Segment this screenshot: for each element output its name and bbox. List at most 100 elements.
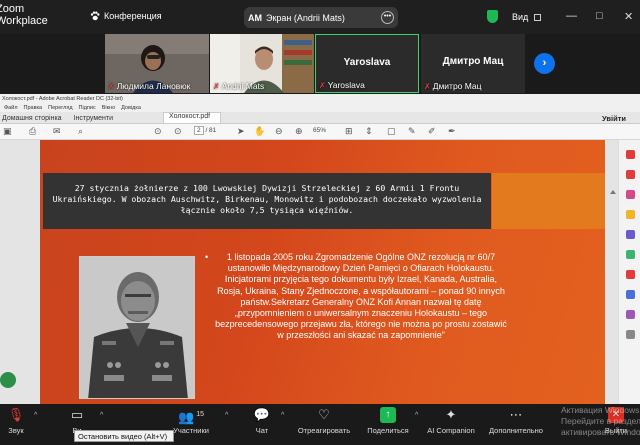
sign-in-button[interactable]: Увійти — [602, 114, 640, 123]
tab-tools[interactable]: Інструменти — [72, 115, 123, 123]
highlight-icon[interactable]: ✎ — [408, 126, 416, 137]
menu-file[interactable]: Файл — [4, 104, 18, 112]
acrobat-title: Холокост.pdf - Adobe Acrobat Reader DC (… — [0, 94, 640, 104]
chat-options-caret[interactable]: ^ — [281, 412, 284, 419]
windows-activation-watermark: Активация Windows Перейдите в раздел акт… — [561, 405, 640, 437]
menu-window[interactable]: Вікно — [102, 104, 115, 112]
vertical-scrollbar[interactable] — [608, 190, 616, 440]
menu-sign[interactable]: Підпис — [79, 104, 96, 112]
participant-name: ✗ Людмила Лановюк — [108, 81, 191, 91]
tool-organize-icon[interactable] — [626, 250, 635, 259]
prev-page-icon[interactable]: ⊙ — [154, 126, 162, 137]
share-button[interactable]: ↑ Поделиться — [364, 407, 412, 435]
screen-share-indicator[interactable]: AM Экран (Andrii Mats) ••• — [244, 7, 398, 28]
sparkle-icon: ✦ — [445, 407, 457, 422]
scroll-mode-icon[interactable]: ⇕ — [365, 126, 373, 137]
portrait-photo — [79, 256, 195, 399]
audio-label: Звук — [8, 426, 24, 435]
tools-side-panel — [618, 140, 640, 404]
next-page-button[interactable]: › — [534, 53, 555, 74]
mail-icon[interactable]: ✉ — [53, 126, 61, 137]
maximize-icon[interactable]: □ — [596, 10, 603, 22]
more-button[interactable]: ⋯ Дополнительно — [487, 407, 545, 435]
tool-protect-icon[interactable] — [626, 290, 635, 299]
annotate-pen-icon[interactable] — [0, 372, 16, 388]
zoom-title-bar: Zoom Workplace Конференция AM Экран (And… — [0, 0, 640, 34]
sign-icon[interactable]: ✒ — [448, 126, 456, 137]
slide-heading-box: 27 stycznia żołnierze z 100 Lwowskiej Dy… — [43, 173, 491, 229]
participants-count: 15 — [196, 411, 204, 418]
participants-options-caret[interactable]: ^ — [225, 412, 228, 419]
pointer-icon[interactable]: ➤ — [237, 126, 245, 137]
audio-button[interactable]: 🎙 Звук — [4, 407, 28, 435]
save-icon[interactable]: ▣ — [3, 126, 12, 137]
view-menu[interactable]: Вид — [512, 12, 541, 22]
print-icon[interactable]: ⎙ — [29, 126, 36, 137]
document-canvas[interactable]: 27 stycznia żołnierze z 100 Lwowskiej Dy… — [0, 140, 640, 440]
tab-home[interactable]: Домашня сторінка — [0, 115, 72, 123]
tool-combine-icon[interactable] — [626, 230, 635, 239]
ai-companion-button[interactable]: ✦ AI Companion — [424, 407, 478, 435]
app-name: Zoom Workplace — [0, 3, 48, 27]
mic-muted-icon: ✗ — [213, 81, 220, 91]
tool-compress-icon[interactable] — [626, 270, 635, 279]
tool-more-icon[interactable] — [626, 330, 635, 339]
participant-tile-active[interactable]: Yaroslava ✗ Yaroslava — [315, 34, 419, 93]
participant-name: ✗ Дмитро Мац — [424, 81, 482, 91]
participant-tile[interactable]: Дмитро Мац ✗ Дмитро Мац — [421, 34, 525, 93]
next-page-icon[interactable]: ⊙ — [174, 126, 182, 137]
video-options-caret[interactable]: ^ — [100, 412, 103, 419]
participants-icon: 👥 15 — [178, 409, 204, 425]
zoom-out-icon[interactable]: ⊖ — [275, 126, 283, 137]
zoom-in-icon[interactable]: ⊕ — [295, 126, 303, 137]
slide-body: • 1 listopada 2005 roku Zgromadzenie Ogó… — [205, 252, 511, 342]
menu-edit[interactable]: Правка — [24, 104, 43, 112]
zoom-level[interactable]: 65% — [313, 127, 326, 134]
meeting-menu[interactable]: Конференция — [90, 11, 162, 21]
tool-create-icon[interactable] — [626, 170, 635, 179]
participant-tile[interactable]: ✗ Людмила Лановюк — [105, 34, 209, 93]
chat-icon: 💬 — [253, 407, 271, 422]
app-name-line2: Workplace — [0, 15, 48, 27]
menu-help[interactable]: Довідка — [121, 104, 141, 112]
participants-label: Участники — [173, 426, 209, 435]
react-label: Отреагировать — [297, 426, 351, 435]
more-options-icon[interactable]: ••• — [381, 11, 394, 24]
share-arrow-icon: ↑ — [380, 407, 396, 423]
share-label: Поделиться — [367, 426, 409, 435]
tool-edit-icon[interactable] — [626, 190, 635, 199]
chat-button[interactable]: 💬 Чат — [251, 407, 273, 435]
acrobat-menu: Файл Правка Перегляд Підпис Вікно Довідк… — [0, 104, 640, 112]
video-tooltip: Остановить видео (Alt+V) — [74, 430, 174, 442]
participant-name: ✗ Andrii Mats — [213, 81, 265, 91]
tool-comment-icon[interactable] — [626, 210, 635, 219]
chat-label: Чат — [255, 426, 269, 435]
comment-icon[interactable]: ▢ — [387, 126, 396, 137]
presenter-initials: AM — [248, 12, 262, 23]
portrait-image — [80, 257, 194, 398]
draw-icon[interactable]: ✐ — [428, 126, 436, 137]
share-options-caret[interactable]: ^ — [415, 412, 418, 419]
acrobat-tabs: Домашня сторінка Інструменти Холокост.pd… — [0, 112, 640, 124]
close-icon[interactable]: ✕ — [624, 10, 633, 23]
fit-page-icon[interactable]: ⊞ — [345, 126, 353, 137]
video-camera-icon: ▭ — [70, 407, 84, 422]
participants-button[interactable]: 👥 15 Участники — [170, 407, 212, 435]
participant-name: ✗ Yaroslava — [319, 80, 365, 90]
page-total: / 81 — [205, 127, 217, 134]
page-number[interactable]: 2 / 81 — [194, 126, 217, 135]
participant-strip: ✗ Людмила Лановюк ✗ Andrii Mats Yaroslav… — [0, 34, 640, 94]
security-shield-icon[interactable] — [487, 10, 498, 23]
participant-big-name: Дмитро Мац — [442, 56, 504, 67]
tool-fill-sign-icon[interactable] — [626, 310, 635, 319]
react-button[interactable]: ♡ Отреагировать — [294, 407, 354, 435]
search-icon[interactable]: ⌕ — [78, 126, 83, 137]
audio-options-caret[interactable]: ^ — [34, 412, 37, 419]
page-current[interactable]: 2 — [194, 126, 204, 135]
tool-export-icon[interactable] — [626, 150, 635, 159]
menu-view[interactable]: Перегляд — [48, 104, 72, 112]
minimize-icon[interactable]: — — [566, 10, 577, 22]
tab-document[interactable]: Холокост.pdf — [163, 112, 222, 123]
participant-tile[interactable]: ✗ Andrii Mats — [210, 34, 314, 93]
hand-icon[interactable]: ✋ — [254, 126, 265, 137]
